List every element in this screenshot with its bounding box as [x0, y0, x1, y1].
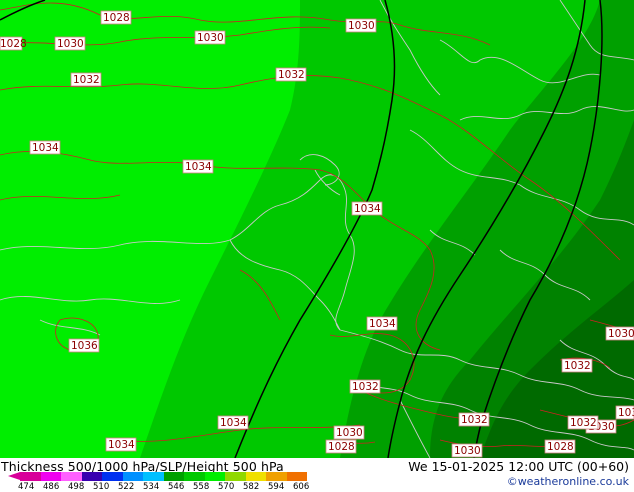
legend-swatch [184, 472, 205, 481]
isobar-label: 1034 [185, 161, 212, 173]
legend-tick-label: 570 [218, 482, 235, 492]
isobar-label: 1028 [328, 441, 355, 453]
legend-swatch [143, 472, 164, 481]
legend-swatch [122, 472, 143, 481]
isobar-label: 1030 [454, 445, 481, 457]
legend-arrow-left [8, 472, 20, 480]
map-canvas: 1028 1028 1030 1030 1030 1032 1032 1034 … [0, 0, 634, 458]
isobar-label: 1032 [564, 360, 591, 372]
legend-tick-label: 474 [18, 482, 35, 492]
legend-tick-label: 606 [293, 482, 310, 492]
isobar-label: 1034 [108, 439, 135, 451]
isobar-label: 1030 [197, 32, 224, 44]
legend-tick-label: 498 [68, 482, 85, 492]
isobar-label: 1032 [570, 417, 597, 429]
isobar-label: 1036 [71, 340, 98, 352]
legend-tick-label: 522 [118, 482, 135, 492]
legend-swatch [245, 472, 266, 481]
isobar-label: 1034 [354, 203, 381, 215]
isobar-label: 1030 [57, 38, 84, 50]
legend-swatch [20, 472, 41, 481]
legend-swatch [266, 472, 287, 481]
isobar-label: 1034 [32, 142, 59, 154]
legend-tick-label: 534 [143, 482, 160, 492]
isobar-label: 1030 [336, 427, 363, 439]
isobar-label: 1028 [547, 441, 574, 453]
isobar-label: 1030 [348, 20, 375, 32]
legend-swatch [163, 472, 184, 481]
isobar-label: 1032 [73, 74, 100, 86]
isobar-label: 1034 [369, 318, 396, 330]
legend-swatch [81, 472, 102, 481]
isobar-label: 1032 [461, 414, 488, 426]
legend-tick-label: 582 [243, 482, 260, 492]
isobar-label: 1034 [220, 417, 247, 429]
legend-swatch [61, 472, 82, 481]
legend-swatch [204, 472, 225, 481]
legend-swatch [225, 472, 246, 481]
weather-map: 1028 1028 1030 1030 1030 1032 1032 1034 … [0, 0, 634, 458]
legend-swatch [102, 472, 123, 481]
map-datetime: We 15-01-2025 12:00 UTC (00+60) [408, 459, 629, 474]
isobar-label: 1028 [103, 12, 130, 24]
legend-tick-label: 594 [268, 482, 285, 492]
isobar-label: 1032 [278, 69, 305, 81]
isobar-label: 1032 [352, 381, 379, 393]
credit-link[interactable]: ©weatheronline.co.uk [507, 475, 629, 488]
legend-tick-label: 510 [93, 482, 110, 492]
legend-tick-label: 546 [168, 482, 185, 492]
isobar-label: 1030 [608, 328, 634, 340]
isobar-label: 1030 [618, 407, 634, 419]
legend-tick-label: 486 [43, 482, 60, 492]
legend-swatch [286, 472, 307, 481]
isobar-label: 1028 [0, 38, 27, 50]
legend-tick-label: 558 [193, 482, 210, 492]
legend-swatch [40, 472, 61, 481]
